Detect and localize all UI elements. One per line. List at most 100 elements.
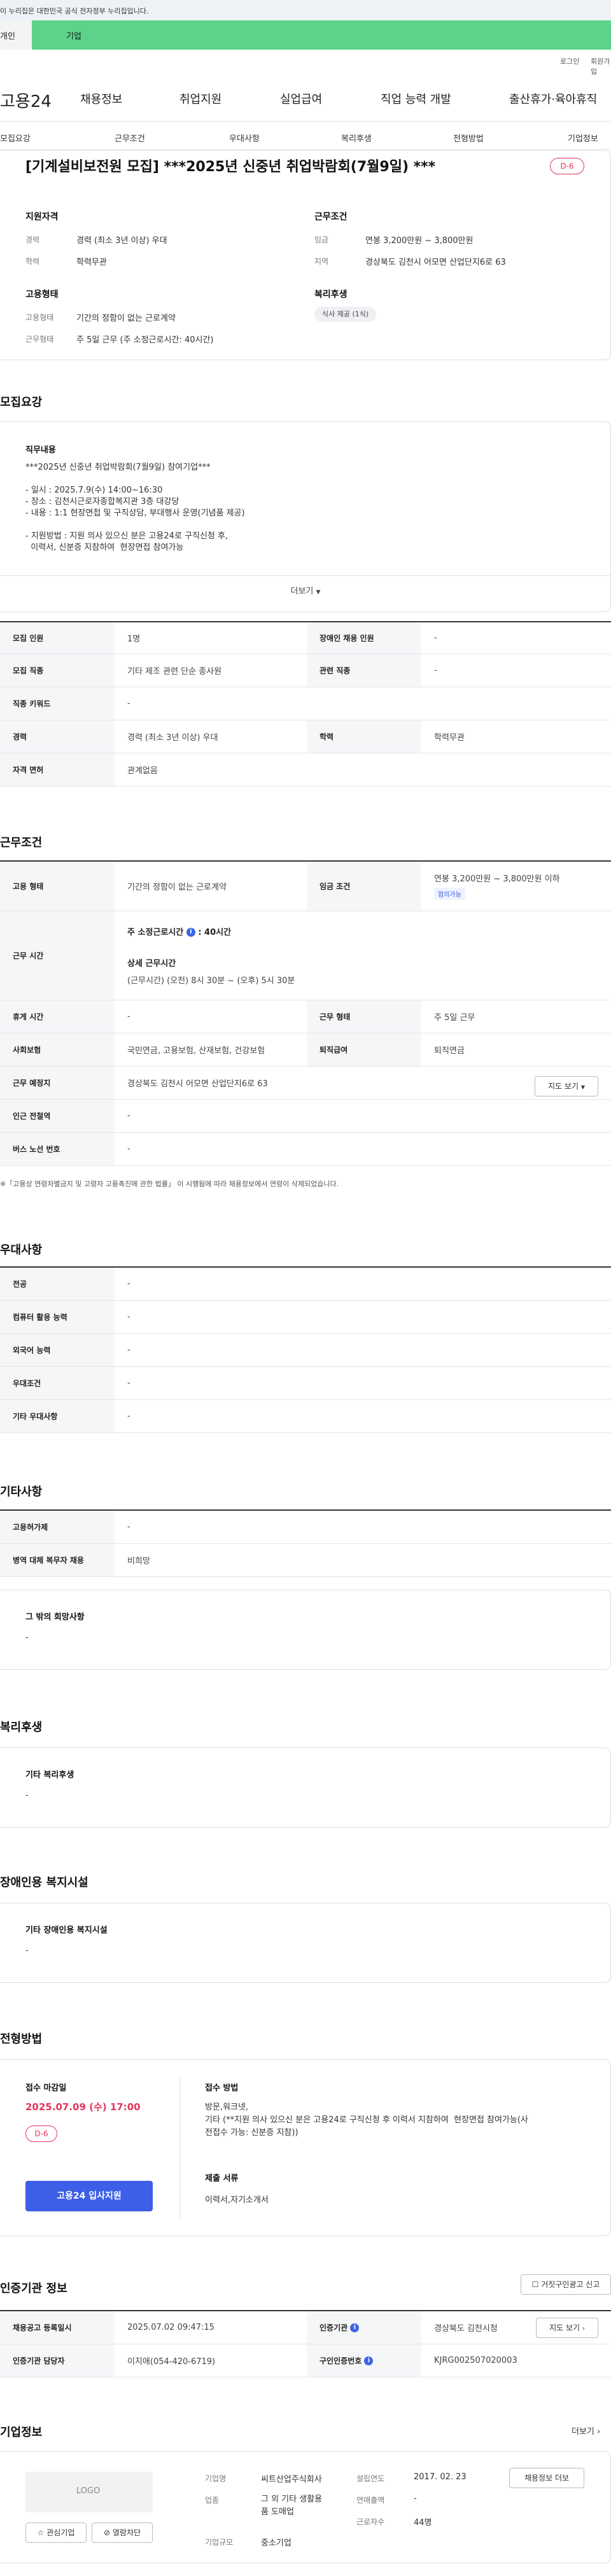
hours-week-line: 주 소정근로시간 i : 40시간 (127, 925, 611, 937)
join-link[interactable]: 회원가입 (591, 56, 611, 76)
emp-type-label: 고용형태 (25, 313, 54, 322)
subnav-company[interactable]: 기업정보 (568, 132, 598, 144)
gnb-item-parental-leave[interactable]: 출산휴가·육아휴직 (509, 90, 597, 107)
work-map-button[interactable]: 지도 보기 ▼ (535, 1076, 598, 1096)
table-row: 휴게 시간 - 근무 형태 주 5일 근무 (0, 1000, 611, 1033)
company-more-link[interactable]: 더보기 › (572, 2425, 600, 2437)
disabled-value: - (25, 1946, 29, 1956)
duty-heading: 직무내용 (25, 445, 56, 455)
gnb-item-skill-dev[interactable]: 직업 능력 개발 (381, 90, 451, 107)
favorite-company-button[interactable]: ☆ 관심기업 (25, 2523, 87, 2543)
row-value: - (115, 1366, 611, 1400)
pref-table: 전공 - 컴퓨터 활용 능력 - 외국어 능력 - 우대조건 - 기타 우대사항 - (0, 1266, 611, 1433)
gnb-item-jobs[interactable]: 채용정보 (80, 90, 122, 107)
info-icon[interactable]: i (364, 2356, 374, 2365)
pref-section-title: 우대사항 (0, 1243, 43, 1257)
wage-value: 연봉 3,200만원 ~ 3,800만원 (365, 236, 474, 246)
row-value: - (115, 1333, 611, 1367)
row-label: 퇴직급여 (307, 1033, 421, 1067)
row-value: 주 5일 근무 (421, 1000, 611, 1033)
chevron-down-icon: ▼ (580, 1084, 585, 1090)
row-label: 우대조건 (0, 1366, 115, 1400)
tab-person-label: 개인 (0, 32, 15, 41)
table-row: 전공 - (0, 1266, 611, 1301)
row-label: 인증기관 담당자 (0, 2344, 115, 2377)
industry-label: 업종 (205, 2496, 220, 2505)
subnav-recruit[interactable]: 모집요강 (0, 132, 31, 144)
logo-placeholder-text: LOGO (76, 2486, 101, 2496)
career-value: 경력 (최소 3년 이상) 우대 (76, 236, 167, 246)
apply-button[interactable]: 고용24 입사지원 (25, 2181, 153, 2211)
row-value: 기간의 정함이 없는 근로계약 (115, 860, 307, 911)
row-value: 기타 제조 관련 단순 종사원 (115, 654, 307, 687)
table-row: 병역 대체 복무자 채용 비희망 (0, 1543, 611, 1577)
table-row: 인근 전철역 - (0, 1099, 611, 1133)
tab-person[interactable]: 개인 (0, 20, 32, 50)
subnav-screening[interactable]: 전형방법 (453, 132, 484, 144)
gnb-item-unemployment-benefit[interactable]: 실업급여 (280, 90, 322, 107)
sales-value: - (414, 2494, 417, 2503)
row-label: 컴퓨터 활용 능력 (0, 1300, 115, 1334)
login-link[interactable]: 로그인 (560, 56, 579, 66)
row-value: - (115, 1266, 611, 1301)
region-label: 지역 (314, 257, 329, 266)
row-value: 학력무관 (421, 720, 611, 753)
duty-more-label: 더보기 (290, 587, 314, 596)
hours-week-value: : 40시간 (198, 927, 232, 937)
welfare-card (0, 1747, 611, 1828)
row-value: - (421, 621, 611, 654)
disabled-card (0, 1903, 611, 1983)
subnav-conditions[interactable]: 근무조건 (115, 132, 145, 144)
table-row: 고용 형태 기간의 정함이 없는 근로계약 임금 조건 연봉 3,200만원 ~… (0, 860, 611, 911)
report-fake-ad-button[interactable]: ☐ 거짓구인광고 신고 (521, 2274, 611, 2295)
table-row: 모집 인원 1명 장애인 채용 인원 - (0, 621, 611, 654)
row-value: 관계없음 (115, 753, 611, 787)
duty-more-button[interactable]: 더보기 ▼ (0, 575, 611, 607)
row-label: 학력 (307, 720, 421, 753)
row-label: 근무 형태 (307, 1000, 421, 1033)
table-row: 우대조건 - (0, 1366, 611, 1400)
disabled-section-title: 장애인용 복지시설 (0, 1876, 88, 1889)
duty-text: ***2025년 신중년 취업박람회(7월9일) 참여기업*** - 일시 : … (25, 463, 245, 552)
row-value: 1명 (115, 621, 307, 654)
tab-business[interactable]: 기업 (66, 29, 81, 41)
row-value: 비희망 (115, 1543, 611, 1577)
cond-heading: 근무조건 (314, 212, 348, 222)
row-label: 기타 우대사항 (0, 1399, 115, 1433)
row-label: 채용공고 등록일시 (0, 2310, 115, 2344)
row-label: 직종 키워드 (0, 687, 115, 720)
row-value: - (115, 687, 611, 720)
table-row: 기타 우대사항 - (0, 1399, 611, 1433)
age-note: ※「고용상 연령차별금지 및 고령자 고용촉진에 관한 법률」 이 시행됨에 따… (0, 1180, 339, 1188)
row-label: 장애인 채용 인원 (307, 621, 421, 654)
agency-table: 채용공고 등록일시 2025.07.02 09:47:15 인증기관 i 경상북… (0, 2310, 611, 2377)
table-row: 직종 키워드 - (0, 687, 611, 720)
report-label: 거짓구인광고 신고 (541, 2280, 600, 2289)
favorite-label: 관심기업 (46, 2528, 75, 2537)
etc-section-title: 기타사항 (0, 1485, 43, 1499)
table-row: 버스 노선 번호 - (0, 1132, 611, 1166)
founded-value: 2017. 02. 23 (414, 2472, 467, 2482)
table-row: 사회보험 국민연금, 고용보험, 산재보험, 건강보험 퇴직급여 퇴직연금 (0, 1033, 611, 1067)
report-icon: ☐ (531, 2280, 539, 2289)
block-company-button[interactable]: ⊘ 열람차단 (92, 2523, 153, 2543)
site-logo[interactable]: 고용24 (0, 88, 52, 112)
info-icon[interactable]: i (350, 2323, 360, 2333)
employees-label: 근로자수 (356, 2517, 385, 2526)
info-icon[interactable]: i (186, 928, 195, 937)
row-value: 연봉 3,200만원 ~ 3,800만원 이하 (434, 874, 560, 885)
negotiable-tag: 협의가능 (434, 888, 465, 900)
row-label: 버스 노선 번호 (0, 1132, 115, 1166)
agency-map-button[interactable]: 지도 보기 › (536, 2318, 598, 2338)
row-label: 근무 예정지 (0, 1066, 115, 1100)
edu-label: 학력 (25, 257, 40, 266)
subnav-preferences[interactable]: 우대사항 (229, 132, 260, 144)
gnb-item-employment-support[interactable]: 취업지원 (179, 90, 221, 107)
company-jobs-button[interactable]: 채용정보 더보 (509, 2468, 584, 2488)
table-row: 외국어 능력 - (0, 1333, 611, 1367)
row-label: 자격 면허 (0, 753, 115, 787)
table-row: 근무 예정지 경상북도 김천시 어모면 산업단지6로 63 (0, 1066, 611, 1100)
chevron-down-icon: ▼ (316, 589, 321, 596)
subnav-welfare[interactable]: 복리후생 (341, 132, 372, 144)
size-label: 기업규모 (205, 2538, 234, 2547)
